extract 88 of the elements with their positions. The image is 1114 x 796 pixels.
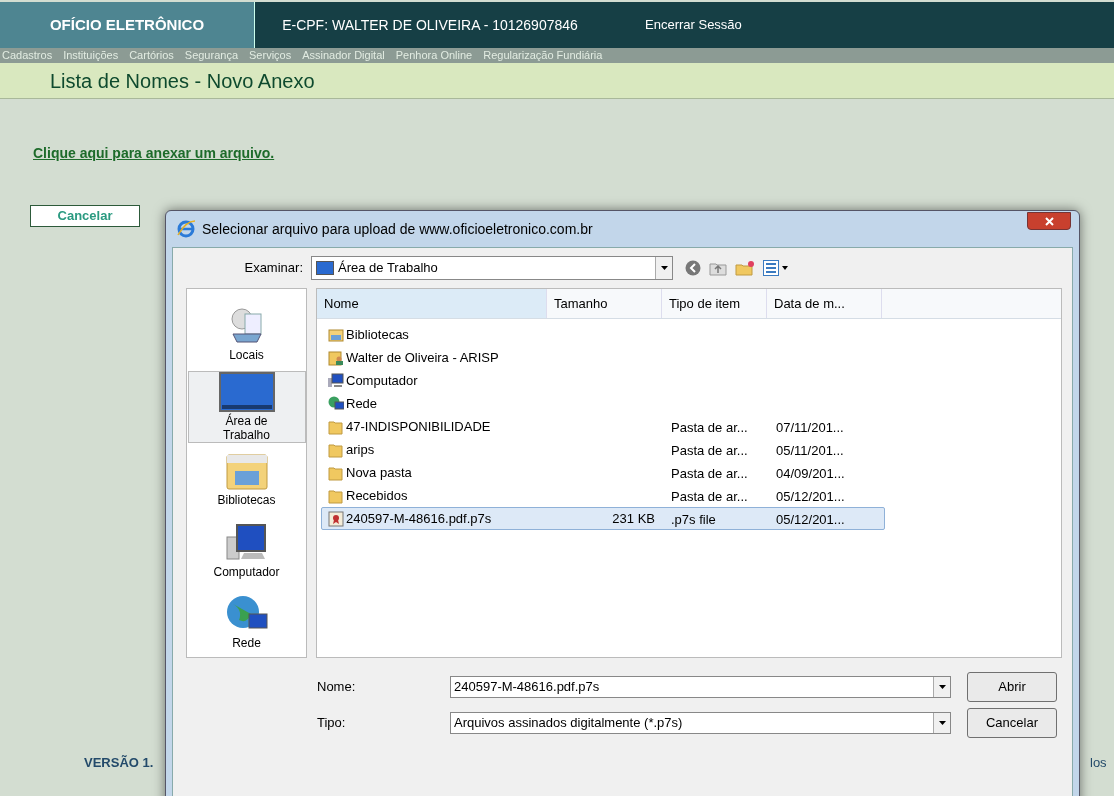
- caret-icon: [660, 266, 668, 270]
- file-date: 05/12/201...: [776, 511, 845, 527]
- user-id-text: E-CPF: WALTER DE OLIVEIRA - 10126907846: [281, 15, 579, 35]
- places-label: Computador: [212, 564, 281, 579]
- up-folder-icon[interactable]: [709, 260, 727, 276]
- places-label: Rede: [231, 636, 262, 651]
- file-name: Walter de Oliveira - ARISP: [346, 348, 499, 367]
- file-type: Pasta de ar...: [671, 488, 748, 504]
- dropdown-arrow-button[interactable]: [933, 713, 950, 733]
- filename-field[interactable]: 240597-M-48616.pdf.p7s: [450, 676, 951, 698]
- computer-icon: [224, 522, 269, 563]
- computer-icon: [328, 372, 344, 389]
- column-header[interactable]: Nome: [317, 289, 547, 318]
- filename-label: Nome:: [317, 678, 357, 697]
- file-date: 05/11/201...: [776, 442, 844, 458]
- file-name: 240597-M-48616.pdf.p7s: [346, 509, 492, 528]
- filename-value: 240597-M-48616.pdf.p7s: [453, 678, 601, 697]
- file-type: .p7s file: [671, 511, 716, 527]
- filetype-label: Tipo:: [317, 714, 347, 733]
- file-row[interactable]: 47-INDISPONIBILIDADE Pasta de ar... 07/11/201...: [321, 415, 1061, 438]
- file-name: Recebidos: [346, 486, 408, 505]
- places-item[interactable]: Rede: [187, 587, 306, 657]
- look-in-dropdown[interactable]: Área de Trabalho: [311, 256, 673, 280]
- dropdown-arrow-button[interactable]: [655, 257, 672, 279]
- file-row[interactable]: arips Pasta de ar... 05/11/201...: [321, 438, 1061, 461]
- file-row[interactable]: 240597-M-48616.pdf.p7s 231 KB .p7s file 05/12/201...: [321, 507, 885, 530]
- user-folder-icon: [328, 349, 344, 366]
- column-header[interactable]: Tipo de item: [662, 289, 767, 318]
- view-menu-icon[interactable]: [763, 260, 789, 276]
- file-size: 231 KB: [612, 509, 655, 528]
- cancel-button[interactable]: Cancelar: [967, 708, 1057, 738]
- file-row[interactable]: Walter de Oliveira - ARISP: [321, 346, 1061, 369]
- column-header[interactable]: Tamanho: [547, 289, 662, 318]
- places-label: Bibliotecas: [216, 493, 277, 508]
- browser-logo-icon: [176, 219, 196, 239]
- desktop-icon: [316, 261, 334, 275]
- file-name: Bibliotecas: [346, 325, 409, 344]
- caret-icon: [938, 685, 946, 689]
- close-button[interactable]: [1027, 212, 1071, 230]
- file-type: Pasta de ar...: [671, 465, 748, 481]
- file-name: Nova pasta: [346, 463, 412, 482]
- footer-text: los: [1090, 754, 1107, 772]
- file-row[interactable]: Nova pasta Pasta de ar... 04/09/201...: [321, 461, 1061, 484]
- file-row[interactable]: Recebidos Pasta de ar... 05/12/201...: [321, 484, 1061, 507]
- look-in-label: Examinar:: [243, 259, 304, 278]
- cancel-button[interactable]: Cancelar: [30, 204, 140, 227]
- filetype-value: Arquivos assinados digitalmente (*.p7s): [453, 714, 684, 733]
- open-button[interactable]: Abrir: [967, 672, 1057, 702]
- library-icon: [328, 326, 344, 343]
- filetype-dropdown[interactable]: Arquivos assinados digitalmente (*.p7s): [450, 712, 951, 734]
- file-name: arips: [346, 440, 375, 459]
- file-type: Pasta de ar...: [671, 419, 748, 435]
- certificate-file-icon: [328, 510, 344, 527]
- file-date: 07/11/201...: [776, 419, 844, 435]
- page-title: Lista de Nomes - Novo Anexo: [50, 68, 315, 94]
- caret-icon: [938, 721, 946, 725]
- file-row[interactable]: Computador: [321, 369, 1061, 392]
- dialog-title: Selecionar arquivo para upload de www.oficioeletronico.com.br: [202, 219, 593, 239]
- file-row[interactable]: Rede: [321, 392, 1061, 415]
- new-folder-icon[interactable]: [735, 260, 755, 276]
- file-name: 47-INDISPONIBILIDADE: [346, 417, 491, 436]
- attach-file-link[interactable]: Clique aqui para anexar um arquivo.: [33, 145, 275, 161]
- places-item[interactable]: Área de Trabalho: [187, 370, 306, 443]
- folder-icon: [328, 487, 344, 504]
- logout-link[interactable]: Encerrar Sessão: [645, 2, 742, 48]
- places-item[interactable]: Locais: [187, 299, 306, 369]
- places-label: Locais: [228, 347, 265, 362]
- close-icon: [1044, 216, 1054, 226]
- folder-icon: [328, 441, 344, 458]
- version-text: VERSÃO 1.: [84, 754, 154, 772]
- file-name: Rede: [346, 394, 378, 413]
- file-row[interactable]: Bibliotecas: [321, 323, 1061, 346]
- file-type: Pasta de ar...: [671, 442, 748, 458]
- look-in-value: Área de Trabalho: [338, 259, 439, 278]
- library-icon: [224, 451, 269, 492]
- folder-icon: [328, 464, 344, 481]
- places-item[interactable]: Computador: [187, 516, 306, 586]
- file-date: 05/12/201...: [776, 488, 845, 504]
- folder-icon: [328, 418, 344, 435]
- dropdown-arrow-button[interactable]: [933, 677, 950, 697]
- column-header[interactable]: Data de m...: [767, 289, 882, 318]
- file-name: Computador: [346, 371, 418, 390]
- places-label: Área de Trabalho: [222, 413, 271, 442]
- places-item[interactable]: Bibliotecas: [187, 444, 306, 514]
- desktop-icon: [218, 371, 275, 412]
- network-icon: [328, 395, 344, 412]
- file-date: 04/09/201...: [776, 465, 845, 481]
- brand-title: OFÍCIO ELETRÔNICO: [0, 2, 255, 48]
